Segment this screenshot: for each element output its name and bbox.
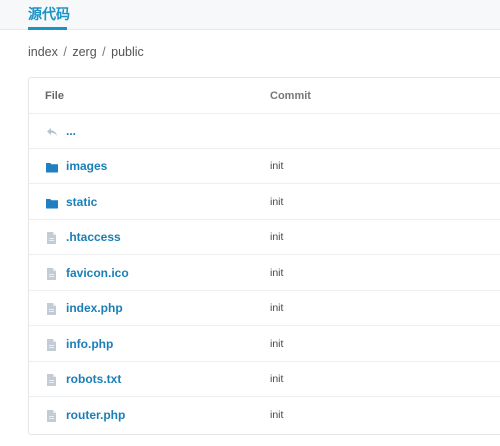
commit-message[interactable]: init <box>270 267 283 279</box>
file-row[interactable]: static init <box>29 185 500 220</box>
back-arrow-icon <box>46 125 58 137</box>
commit-message[interactable]: init <box>270 409 283 421</box>
breadcrumb-separator: / <box>102 45 106 59</box>
file-row[interactable]: images init <box>29 149 500 184</box>
file-icon <box>46 338 58 351</box>
commit-message[interactable]: init <box>270 302 283 314</box>
file-list-panel: File Commit ... images init static init .hta… <box>28 77 500 435</box>
file-name-link[interactable]: index.php <box>66 301 123 315</box>
file-name-link[interactable]: favicon.ico <box>66 266 129 280</box>
commit-message[interactable]: init <box>270 231 283 243</box>
active-tab-indicator <box>28 27 67 30</box>
commit-message[interactable]: init <box>270 373 283 385</box>
commit-message[interactable]: init <box>270 196 283 208</box>
file-row[interactable]: router.php init <box>29 398 500 433</box>
column-header-commit: Commit <box>270 90 311 102</box>
breadcrumb-item-index[interactable]: index <box>28 45 58 59</box>
file-row[interactable]: index.php init <box>29 291 500 326</box>
tab-source-code[interactable]: 源代码 <box>28 4 70 28</box>
breadcrumb-item-zerg[interactable]: zerg <box>72 45 96 59</box>
folder-icon <box>46 196 58 208</box>
file-name-link[interactable]: images <box>66 159 107 173</box>
file-row[interactable]: favicon.ico init <box>29 256 500 291</box>
file-icon <box>46 409 58 422</box>
file-row[interactable]: .htaccess init <box>29 220 500 255</box>
file-name-link[interactable]: router.php <box>66 408 125 422</box>
commit-message[interactable]: init <box>270 160 283 172</box>
file-icon <box>46 373 58 386</box>
file-name-link[interactable]: info.php <box>66 337 113 351</box>
file-name-link[interactable]: .htaccess <box>66 230 121 244</box>
file-row[interactable]: robots.txt init <box>29 362 500 397</box>
parent-directory-link[interactable]: ... <box>66 124 76 138</box>
file-list-header: File Commit <box>29 78 500 114</box>
file-name-link[interactable]: static <box>66 195 97 209</box>
breadcrumb-separator: / <box>63 45 67 59</box>
column-header-file: File <box>45 90 64 102</box>
file-row[interactable]: info.php init <box>29 327 500 362</box>
breadcrumb-item-public: public <box>111 45 144 59</box>
file-icon <box>46 231 58 244</box>
file-name-link[interactable]: robots.txt <box>66 372 121 386</box>
parent-directory-row[interactable]: ... <box>29 114 500 149</box>
top-bar: 源代码 <box>0 0 500 30</box>
folder-icon <box>46 160 58 173</box>
commit-message[interactable]: init <box>270 338 283 350</box>
file-icon <box>46 302 58 315</box>
breadcrumb: index / zerg / public <box>28 45 144 59</box>
file-icon <box>46 267 58 280</box>
